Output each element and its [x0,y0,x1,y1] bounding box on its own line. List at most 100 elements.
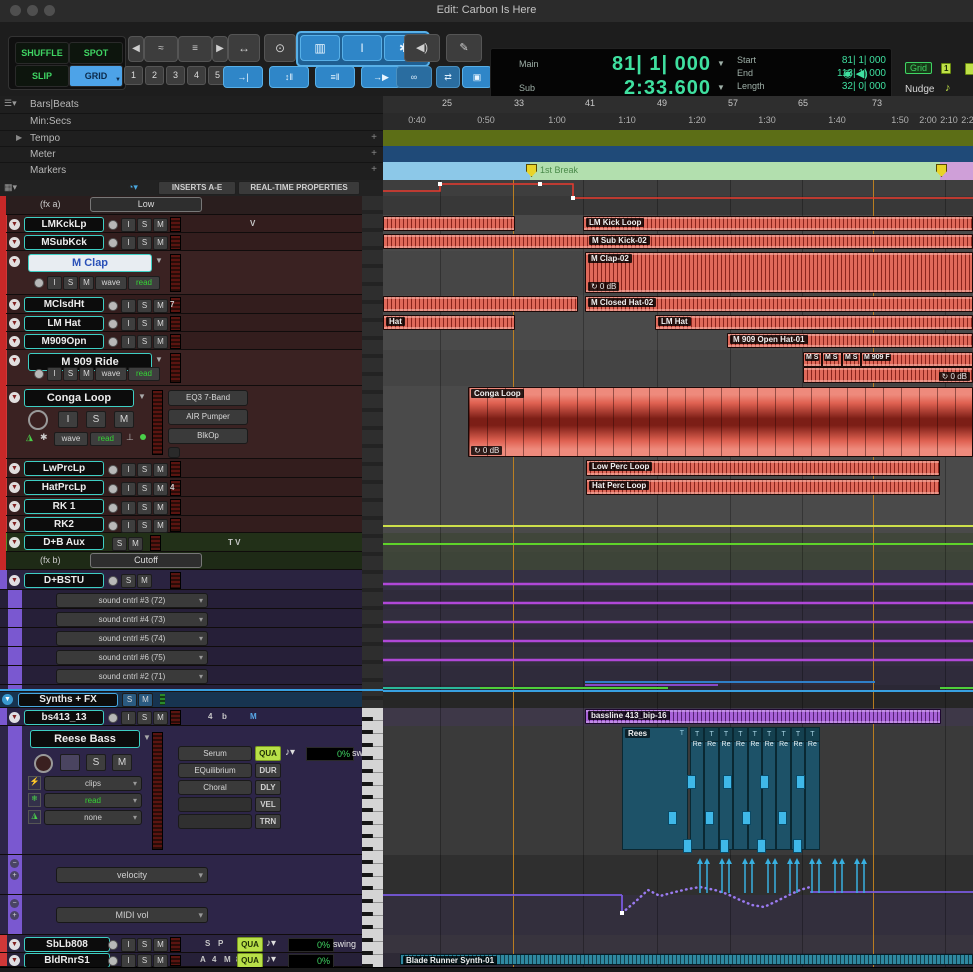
track-name-chip[interactable]: LM Hat [24,316,104,331]
clip-ride-m-s[interactable]: M S [842,352,861,367]
midi-note[interactable] [683,839,692,853]
bars-ruler[interactable]: 25334149576573 [383,96,973,114]
midi-note[interactable] [742,811,751,825]
track-name-chip[interactable]: Conga Loop [24,389,134,407]
zoom-toggle-button[interactable]: ↔ [228,34,260,62]
m-button[interactable]: M [153,954,168,967]
lane-dropdown-icon[interactable]: ▾ [199,613,203,626]
insert-slot-airpumper[interactable]: AIR Pumper [168,409,248,425]
s-button[interactable]: S [137,711,152,725]
s-button[interactable]: S [137,218,152,232]
track-name-chip[interactable]: MSubKck [24,235,104,250]
tempo-expand-icon[interactable]: ▶ [16,133,22,142]
dly-button[interactable]: DLY [255,780,281,795]
i-button[interactable]: I [121,463,136,477]
clips-selector[interactable]: clips▾ [44,776,142,791]
i-button[interactable]: I [121,236,136,250]
inserts-header[interactable]: INSERTS A-E [158,181,236,195]
meter-ruler[interactable] [383,146,973,163]
swing-value-box[interactable]: 0% [306,747,354,761]
fx-lane-param-button[interactable]: Low [90,197,202,212]
lane-dropdown-icon[interactable]: ▾ [199,594,203,607]
grid-value-display[interactable]: Grid [905,62,932,74]
lane-dropdown-icon[interactable]: ▾ [199,632,203,645]
track-collapse-icon[interactable]: ▼ [9,318,20,329]
lane-type-selector[interactable]: velocity▾ [56,867,208,883]
record-enable-button[interactable] [108,301,118,311]
dropdown-icon[interactable]: ▾ [133,811,137,824]
play-from-insertion-button[interactable]: →▶ [361,66,401,88]
lane-dropdown-icon[interactable]: ▾ [198,868,203,882]
read-selector[interactable]: read▾ [44,793,142,808]
lane-icon-0[interactable]: ⚡ [28,776,41,790]
swing-value-box[interactable]: 0% [288,954,334,968]
clip-hat[interactable]: Hat [383,315,515,330]
read-button[interactable]: read [128,367,160,381]
clip-bassline-413_bip-16[interactable]: bassline 413_bip-16 [585,709,941,724]
mode-button-slip[interactable]: SLIP [15,65,69,87]
m-button[interactable]: M [153,299,168,313]
tab-to-transient-button[interactable]: →| [223,66,263,88]
s-button[interactable]: S [137,299,152,313]
track-collapse-icon[interactable]: ▼ [9,519,20,530]
mode-button-shuffle[interactable]: SHUFFLE [15,42,69,64]
i-button[interactable]: I [58,411,78,428]
track-collapse-icon[interactable]: ▼ [9,575,20,586]
clip-ride-m-909-f[interactable]: M 909 F [861,352,973,367]
midi-note[interactable] [705,811,714,825]
midi-note[interactable] [760,775,769,789]
midi-note[interactable] [793,839,802,853]
automation-mode-button[interactable]: read [90,432,122,446]
record-enable-button[interactable] [108,940,118,950]
ruler-menu-icon[interactable]: ☰▾ [4,98,17,109]
s-button[interactable]: S [63,367,78,381]
i-button[interactable]: I [121,218,136,232]
bottom-scrollbar[interactable] [0,967,973,972]
s-button[interactable]: S [137,938,152,952]
m-button[interactable]: M [153,317,168,331]
s-button[interactable]: S [63,276,78,290]
track-name-dropdown-icon[interactable]: ▼ [155,355,163,364]
record-enable-button[interactable] [34,754,53,773]
ruler-add-button[interactable]: + [371,132,377,143]
m-button[interactable]: M [137,574,152,588]
clip-reese-seg[interactable]: TRe [805,727,819,850]
clip-reese-seg[interactable]: TRe [776,727,790,850]
clip-conga-loop[interactable]: Conga Loop↻ 0 dB [468,387,973,457]
clip-mclsdht[interactable] [383,296,578,312]
input-monitor-icon[interactable]: ◮ [26,432,33,443]
i-button[interactable]: I [121,317,136,331]
record-enable-button[interactable] [34,369,44,379]
insert-slot-empty[interactable] [178,814,252,829]
clip-gain-chip[interactable]: ↻ 0 dB [939,372,970,381]
s-button[interactable]: S [137,954,152,967]
clip-ride-m-s[interactable]: M S [803,352,822,367]
track-name-dropdown-icon[interactable]: ▼ [138,392,146,401]
end-value[interactable]: 113| 1| 000 [791,68,886,79]
record-enable-button[interactable] [28,410,48,430]
clip-m-909-open-hat-01[interactable]: M 909 Open Hat-01 [727,333,973,348]
lane-dropdown-icon[interactable]: ▾ [198,908,203,922]
i-button[interactable]: I [47,276,62,290]
i-button[interactable]: I [121,938,136,952]
dropdown-icon[interactable]: ▾ [133,794,137,807]
track-collapse-icon[interactable]: ▼ [9,392,20,403]
folder-collapse-icon[interactable]: ▼ [2,694,13,705]
track-name-chip[interactable]: D+B Aux [24,535,104,550]
insert-slot-eq37band[interactable]: EQ3 7-Band [168,390,248,406]
record-enable-button[interactable] [108,576,118,586]
trim-tool-button[interactable]: ▥ [300,35,340,61]
link-track-edit-button[interactable]: ≡‖ [315,66,355,88]
track-name-chip[interactable]: RK 1 [24,499,104,514]
swing-value-box[interactable]: 0% [288,938,334,952]
track-name-dropdown-icon[interactable]: ▼ [155,256,163,265]
s-button[interactable]: S [86,754,106,771]
track-name-dropdown-icon[interactable]: ▼ [143,733,151,742]
m-button[interactable]: M [112,754,132,771]
none-selector[interactable]: none▾ [44,810,142,825]
track-collapse-icon[interactable]: ▼ [9,336,20,347]
clip-lmkcklp[interactable] [383,216,515,231]
vel-button[interactable]: VEL [255,797,281,812]
i-button[interactable]: I [121,501,136,515]
track-collapse-icon[interactable]: ▼ [9,712,20,723]
